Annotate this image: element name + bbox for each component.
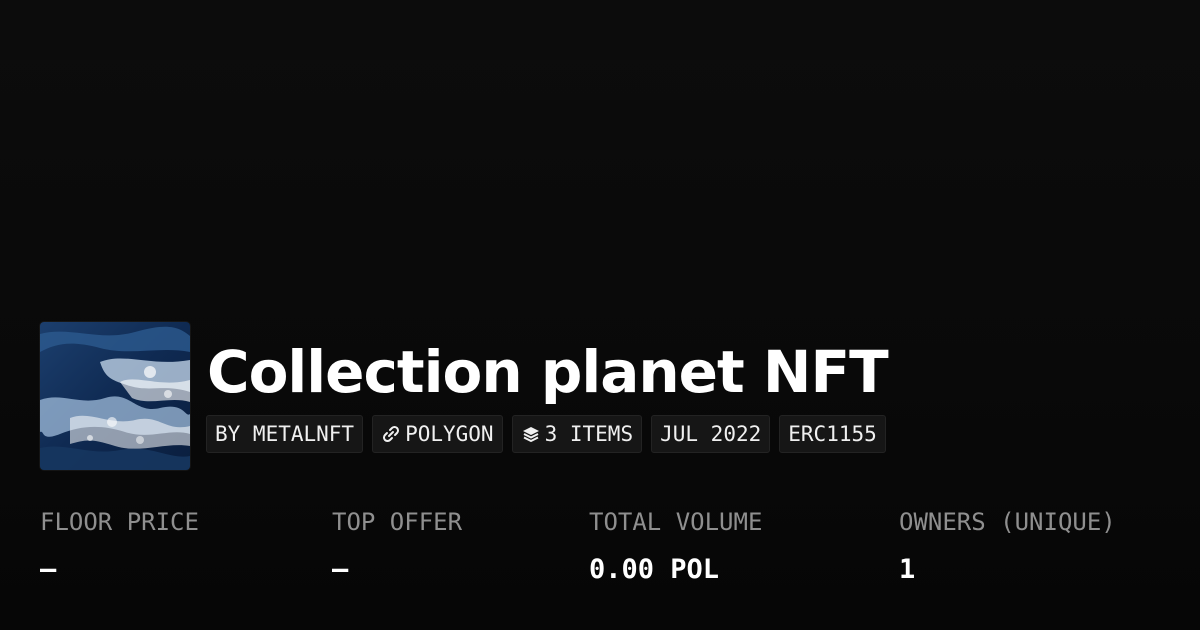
token-standard-chip: ERC1155 bbox=[779, 415, 886, 453]
collection-meta-chips: BY METALNFT POLYGON 3 ITEMS JUL 2022 ERC… bbox=[206, 415, 886, 453]
chain-chip[interactable]: POLYGON bbox=[372, 415, 503, 453]
polygon-link-icon bbox=[381, 424, 401, 444]
date-label: JUL 2022 bbox=[660, 422, 762, 446]
items-chip[interactable]: 3 ITEMS bbox=[511, 415, 643, 453]
stat-top-offer: TOP OFFER – bbox=[332, 502, 462, 598]
items-label: 3 ITEMS bbox=[544, 422, 634, 446]
stat-value: 1 bbox=[899, 554, 916, 585]
stat-label: OWNERS (UNIQUE) bbox=[899, 508, 1116, 536]
date-chip: JUL 2022 bbox=[651, 415, 771, 453]
stat-total-volume: TOTAL VOLUME 0.00 POL bbox=[589, 502, 762, 598]
stat-value: – bbox=[40, 554, 57, 585]
creator-label: BY METALNFT bbox=[215, 422, 355, 446]
stat-owners: OWNERS (UNIQUE) 1 bbox=[899, 502, 1116, 598]
token-standard-label: ERC1155 bbox=[788, 422, 877, 446]
stat-label: FLOOR PRICE bbox=[40, 508, 199, 536]
collection-share-card: Collection planet NFT BY METALNFT POLYGO… bbox=[0, 0, 1200, 630]
collection-stats: FLOOR PRICE – TOP OFFER – TOTAL VOLUME 0… bbox=[0, 502, 1200, 602]
stat-label: TOP OFFER bbox=[332, 508, 463, 536]
layers-icon bbox=[521, 424, 541, 444]
stat-floor-price: FLOOR PRICE – bbox=[40, 502, 199, 598]
stat-value: – bbox=[332, 554, 349, 585]
collection-thumbnail bbox=[40, 322, 190, 470]
stat-label: TOTAL VOLUME bbox=[589, 508, 763, 536]
creator-chip[interactable]: BY METALNFT bbox=[206, 415, 364, 453]
chain-label: POLYGON bbox=[405, 422, 494, 446]
stat-value: 0.00 POL bbox=[589, 554, 720, 585]
collection-title: Collection planet NFT bbox=[207, 338, 889, 406]
ocean-waves-image bbox=[40, 322, 190, 470]
